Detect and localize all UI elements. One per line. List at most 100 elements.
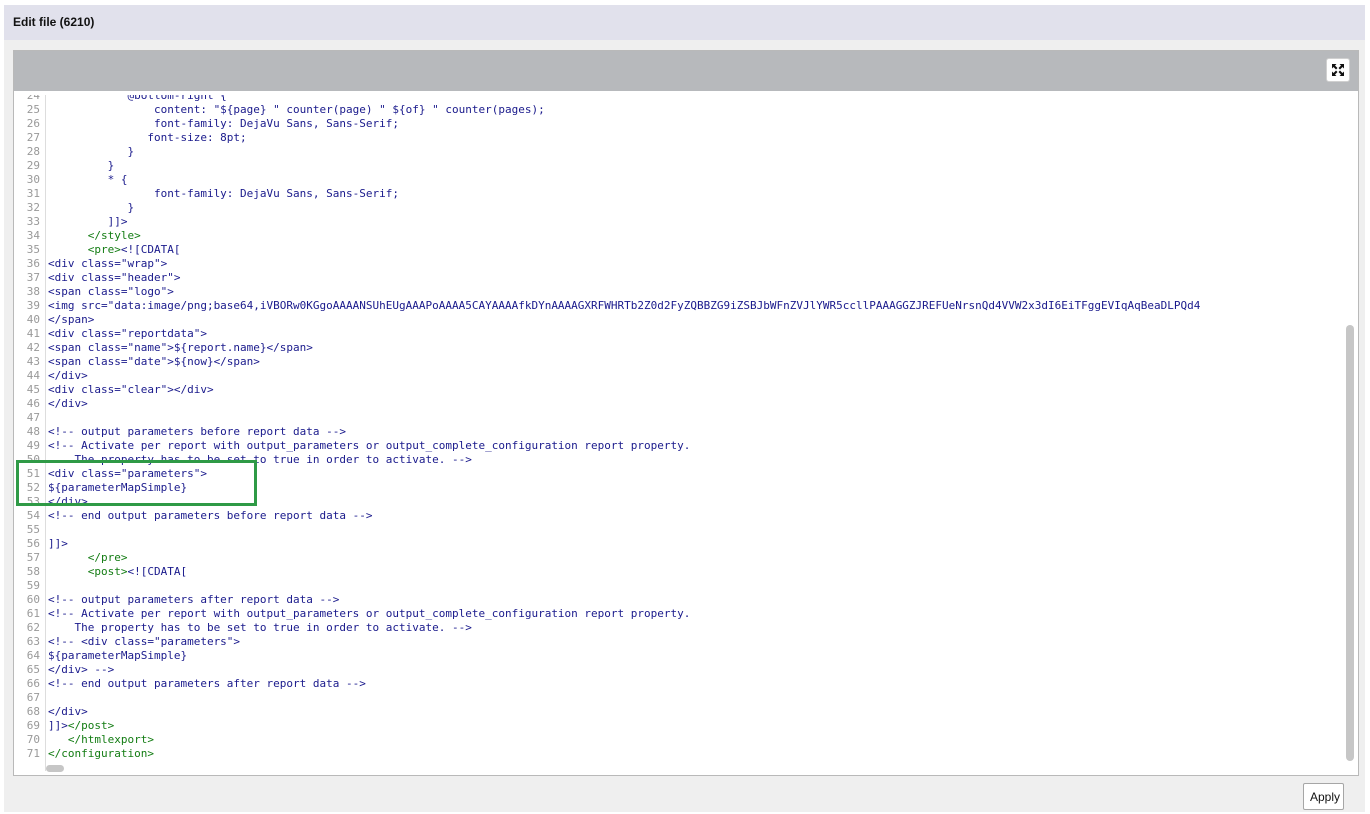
- code-text: content: "${page} " counter(page) " ${of…: [48, 103, 545, 117]
- code-token: }: [48, 145, 135, 158]
- code-line[interactable]: 49 <!-- Activate per report with output_p…: [14, 439, 1342, 453]
- code-tag-token: </style>: [87, 229, 141, 242]
- code-line[interactable]: 32 }: [14, 201, 1342, 215]
- code-editor[interactable]: 24 @bottom-right {25 content: "${page} "…: [13, 50, 1359, 776]
- code-token: <![CDATA[: [127, 565, 188, 578]
- line-number: 63: [26, 635, 40, 648]
- code-text: font-family: DejaVu Sans, Sans-Serif;: [48, 117, 399, 131]
- code-token: <img src="data:image/png;base64,iVBORw0K…: [48, 299, 1201, 312]
- line-number: 30: [26, 173, 40, 186]
- code-token: <!-- end output parameters before report…: [48, 509, 373, 522]
- code-line[interactable]: 62 The property has to be set to true in…: [14, 621, 1342, 635]
- code-token: }: [48, 159, 115, 172]
- code-line[interactable]: 71 </configuration>: [14, 747, 1342, 760]
- code-token: ]]>: [48, 719, 68, 732]
- code-line[interactable]: 43 <span class="date">${now}</span>: [14, 355, 1342, 369]
- code-token: ${parameterMapSimple}: [48, 649, 188, 662]
- vertical-scroll-thumb[interactable]: [1346, 325, 1354, 761]
- code-text: <div class="wrap">: [48, 257, 167, 271]
- code-token: </div> -->: [48, 663, 115, 676]
- horizontal-scroll-thumb[interactable]: [46, 765, 64, 772]
- code-line[interactable]: 61 <!-- Activate per report with output_p…: [14, 607, 1342, 621]
- code-line[interactable]: 68 </div>: [14, 705, 1342, 719]
- line-number: 26: [26, 117, 40, 130]
- code-line[interactable]: 59: [14, 579, 1342, 593]
- code-line[interactable]: 27 font-size: 8pt;: [14, 131, 1342, 145]
- code-line[interactable]: 42 <span class="name">${report.name}</spa…: [14, 341, 1342, 355]
- code-text: ]]>: [48, 215, 128, 229]
- code-text: The property has to be set to true in or…: [48, 621, 471, 635]
- code-line[interactable]: 66 <!-- end output parameters after repor…: [14, 677, 1342, 691]
- line-number: 43: [26, 355, 40, 368]
- code-line[interactable]: 64 ${parameterMapSimple}: [14, 649, 1342, 663]
- code-line[interactable]: 57 </pre>: [14, 551, 1342, 565]
- line-number: 59: [26, 579, 40, 592]
- apply-button[interactable]: Apply: [1303, 783, 1344, 810]
- code-line[interactable]: 54 <!-- end output parameters before repo…: [14, 509, 1342, 523]
- code-area[interactable]: 24 @bottom-right {25 content: "${page} "…: [14, 95, 1342, 760]
- code-line[interactable]: 44 </div>: [14, 369, 1342, 383]
- code-token: </div>: [48, 369, 88, 382]
- code-line[interactable]: 56]]>: [14, 537, 1342, 551]
- code-line[interactable]: 33 ]]>: [14, 215, 1342, 229]
- code-line[interactable]: 45 <div class="clear"></div>: [14, 383, 1342, 397]
- vertical-scrollbar[interactable]: [1344, 95, 1358, 763]
- code-line[interactable]: 25 content: "${page} " counter(page) " $…: [14, 103, 1342, 117]
- code-text: font-size: 8pt;: [48, 131, 246, 145]
- code-line[interactable]: 70 </htmlexport>: [14, 733, 1342, 747]
- code-tag-token: </pre>: [87, 551, 128, 564]
- code-line[interactable]: 29 }: [14, 159, 1342, 173]
- code-line[interactable]: 24 @bottom-right {: [14, 95, 1342, 103]
- code-line[interactable]: 47: [14, 411, 1342, 425]
- line-number: 28: [26, 145, 40, 158]
- dialog-title: Edit file (6210): [13, 15, 95, 29]
- code-text: <!-- output parameters before report dat…: [48, 425, 346, 439]
- code-line[interactable]: 69]]></post>: [14, 719, 1342, 733]
- code-token: </div>: [48, 397, 88, 410]
- code-text: <span class="date">${now}</span>: [48, 355, 260, 369]
- code-token: content: "${page} " counter(page) " ${of…: [48, 103, 545, 116]
- code-line[interactable]: 36 <div class="wrap">: [14, 257, 1342, 271]
- code-line[interactable]: 65 </div> -->: [14, 663, 1342, 677]
- code-line[interactable]: 26 font-family: DejaVu Sans, Sans-Serif;: [14, 117, 1342, 131]
- code-line[interactable]: 40 </span>: [14, 313, 1342, 327]
- code-line[interactable]: 35 <pre><![CDATA[: [14, 243, 1342, 257]
- code-line[interactable]: 30 * {: [14, 173, 1342, 187]
- horizontal-scrollbar[interactable]: [46, 763, 1344, 775]
- code-line[interactable]: 48 <!-- output parameters before report d…: [14, 425, 1342, 439]
- code-line[interactable]: 46 </div>: [14, 397, 1342, 411]
- code-line[interactable]: 63 <!-- <div class="parameters">: [14, 635, 1342, 649]
- code-line[interactable]: 38 <span class="logo">: [14, 285, 1342, 299]
- code-tag-token: </post>: [67, 719, 115, 732]
- code-line[interactable]: 31 font-family: DejaVu Sans, Sans-Serif;: [14, 187, 1342, 201]
- code-line[interactable]: 41 <div class="reportdata">: [14, 327, 1342, 341]
- line-number: 64: [26, 649, 40, 662]
- code-token: <!-- <div class="parameters">: [48, 635, 241, 648]
- code-token: <div class="header">: [48, 271, 181, 284]
- code-line[interactable]: 67: [14, 691, 1342, 705]
- code-token: <!-- Activate per report with output_par…: [48, 607, 691, 620]
- code-text: <pre><![CDATA[: [48, 243, 181, 257]
- code-line[interactable]: 28 }: [14, 145, 1342, 159]
- code-tag-token: <post>: [87, 565, 128, 578]
- code-line[interactable]: 60 <!-- output parameters after report da…: [14, 593, 1342, 607]
- code-token: <!-- output parameters after report data…: [48, 593, 340, 606]
- fullscreen-button[interactable]: [1326, 58, 1350, 82]
- code-tag-token: <pre>: [87, 243, 121, 256]
- line-number: 68: [26, 705, 40, 718]
- code-line[interactable]: 55: [14, 523, 1342, 537]
- code-text: }: [48, 159, 115, 173]
- code-line[interactable]: 39 <img src="data:image/png;base64,iVBORw…: [14, 299, 1342, 313]
- code-token: <div class="clear"></div>: [48, 383, 214, 396]
- code-text: <div class="clear"></div>: [48, 383, 214, 397]
- code-line[interactable]: 34 </style>: [14, 229, 1342, 243]
- code-line[interactable]: 58 <post><![CDATA[: [14, 565, 1342, 579]
- code-text: </pre>: [48, 551, 128, 565]
- line-number: 55: [26, 523, 40, 536]
- code-line[interactable]: 37 <div class="header">: [14, 271, 1342, 285]
- code-token: }: [48, 201, 135, 214]
- code-text: }: [48, 145, 134, 159]
